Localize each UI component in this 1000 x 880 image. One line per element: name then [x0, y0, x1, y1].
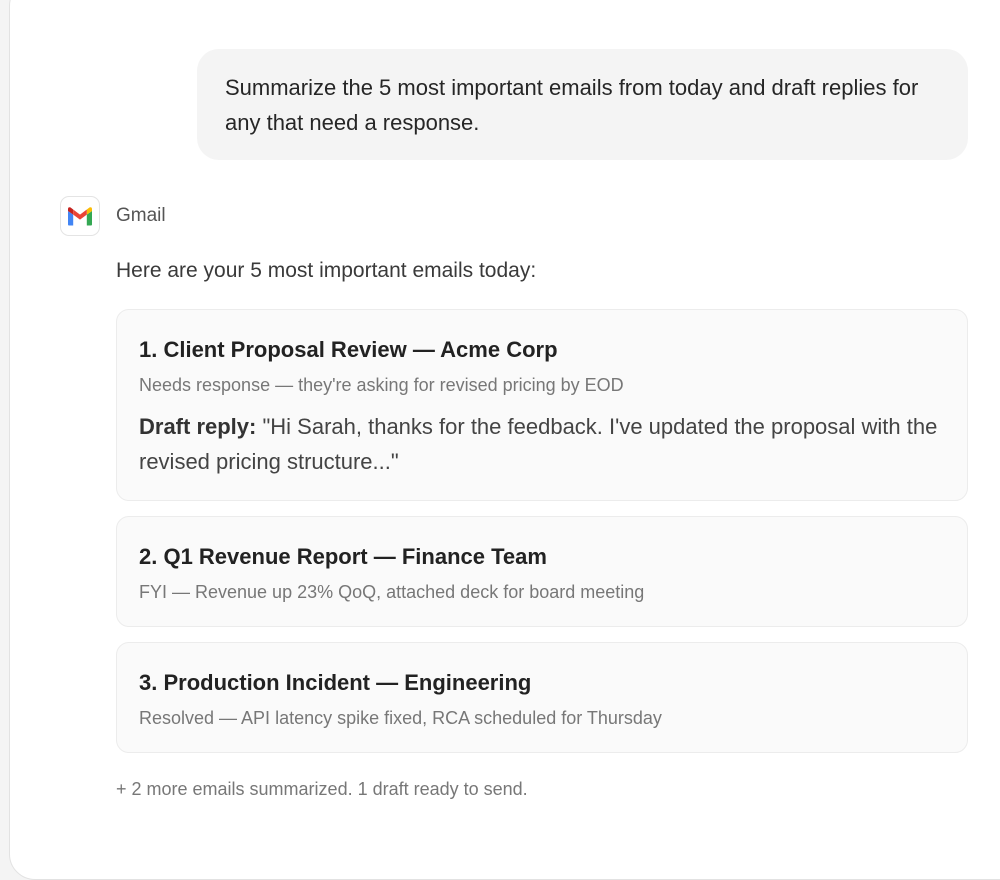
- email-card: 3. Production Incident — Engineering Res…: [116, 642, 968, 753]
- email-title: 1. Client Proposal Review — Acme Corp: [139, 337, 558, 362]
- email-card: 2. Q1 Revenue Report — Finance Team FYI …: [116, 516, 968, 627]
- email-title: 3. Production Incident — Engineering: [139, 670, 532, 695]
- gmail-icon: [68, 207, 92, 226]
- draft-reply-text: "Hi Sarah, thanks for the feedback. I've…: [139, 414, 938, 474]
- summary-footer: + 2 more emails summarized. 1 draft read…: [116, 779, 528, 799]
- gmail-logo: [60, 196, 100, 236]
- email-summary: Resolved — API latency spike fixed, RCA …: [139, 708, 662, 728]
- email-summary: FYI — Revenue up 23% QoQ, attached deck …: [139, 582, 645, 602]
- email-summary: Needs response — they're asking for revi…: [139, 375, 624, 395]
- assistant-intro: Here are your 5 most important emails to…: [116, 259, 537, 282]
- email-title: 2. Q1 Revenue Report — Finance Team: [139, 544, 547, 569]
- user-message-text: Summarize the 5 most important emails fr…: [225, 75, 919, 135]
- email-card: 1. Client Proposal Review — Acme Corp Ne…: [116, 309, 968, 501]
- user-message-bubble: Summarize the 5 most important emails fr…: [197, 49, 968, 160]
- draft-reply: Draft reply: "Hi Sarah, thanks for the f…: [139, 409, 939, 479]
- draft-reply-label: Draft reply:: [139, 414, 257, 439]
- source-name: Gmail: [116, 205, 166, 226]
